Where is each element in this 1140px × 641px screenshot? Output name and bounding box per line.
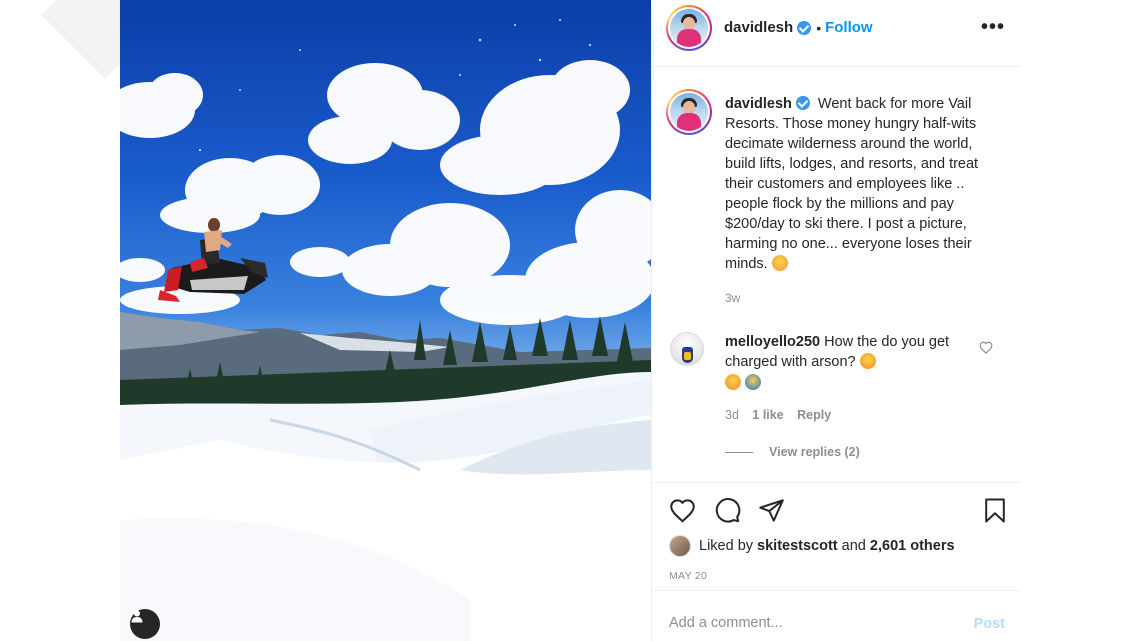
likes-summary: Liked by skitestscott and 2,601 others bbox=[669, 535, 955, 557]
reply-button[interactable]: Reply bbox=[797, 408, 831, 422]
post-side-panel: davidlesh • Follow ••• davidlesh Went ba… bbox=[651, 0, 1021, 641]
caption-body: Went back for more Vail Resorts. Those m… bbox=[725, 96, 979, 272]
heart-icon bbox=[669, 498, 695, 523]
liked-joiner: and bbox=[841, 538, 866, 554]
user-tag-button[interactable] bbox=[130, 609, 160, 639]
follow-button[interactable]: Follow bbox=[825, 19, 873, 36]
post-date[interactable]: MAY 20 bbox=[669, 570, 707, 582]
surprised-emoji-icon bbox=[859, 353, 876, 369]
verified-badge-icon bbox=[795, 96, 810, 110]
facepalm-emoji-icon bbox=[745, 374, 762, 390]
liker-avatar[interactable] bbox=[669, 535, 691, 557]
add-comment-input[interactable] bbox=[669, 615, 949, 631]
caption-time: 3w bbox=[725, 291, 741, 305]
post-header: davidlesh • Follow ••• bbox=[652, 0, 1021, 67]
heart-icon bbox=[979, 341, 993, 354]
page-background-right bbox=[1020, 0, 1140, 641]
post-actions: Liked by skitestscott and 2,601 others M… bbox=[652, 482, 1021, 590]
save-button[interactable] bbox=[980, 495, 1010, 525]
comments-area: davidlesh Went back for more Vail Resort… bbox=[652, 68, 1021, 481]
commenter-avatar[interactable] bbox=[670, 332, 704, 366]
add-comment-bar: Post bbox=[652, 590, 1021, 641]
clap-emoji-icon bbox=[725, 374, 741, 390]
comment-meta: 3d 1 like Reply bbox=[725, 408, 841, 422]
comment-icon bbox=[715, 497, 740, 523]
post-comment-button[interactable]: Post bbox=[974, 616, 1005, 632]
replies-divider bbox=[725, 451, 753, 453]
snowmobile-jump-scene bbox=[120, 19, 651, 641]
share-button[interactable] bbox=[756, 495, 786, 525]
verified-badge-icon bbox=[797, 20, 812, 35]
page-background-left bbox=[0, 0, 169, 641]
like-button[interactable] bbox=[667, 495, 697, 525]
view-replies-label: View replies (2) bbox=[769, 445, 860, 459]
post-photo[interactable] bbox=[120, 0, 651, 641]
face-emoji-icon bbox=[771, 255, 788, 271]
post-caption: davidlesh Went back for more Vail Resort… bbox=[725, 94, 995, 274]
more-options-icon[interactable]: ••• bbox=[981, 16, 1005, 39]
comment-like-button[interactable] bbox=[979, 341, 993, 359]
comment-likes-count[interactable]: 1 like bbox=[752, 408, 783, 422]
header-username[interactable]: davidlesh bbox=[724, 19, 793, 36]
comment-username[interactable]: melloyello250 bbox=[725, 334, 820, 350]
liked-prefix: Liked by bbox=[699, 538, 754, 554]
comment-button[interactable] bbox=[712, 495, 742, 525]
view-replies-button[interactable]: View replies (2) bbox=[725, 445, 860, 459]
caption-author-avatar[interactable] bbox=[666, 89, 712, 135]
liker-username[interactable]: skitestscott bbox=[757, 538, 838, 554]
user-tag-icon bbox=[131, 610, 143, 623]
caption-username[interactable]: davidlesh bbox=[725, 96, 792, 112]
separator-dot: • bbox=[816, 19, 822, 36]
comment-body: melloyello250 How the do you get charged… bbox=[725, 332, 975, 393]
author-avatar[interactable] bbox=[666, 5, 712, 51]
comment-time: 3d bbox=[725, 408, 739, 422]
bookmark-icon bbox=[985, 498, 1005, 522]
share-icon bbox=[758, 498, 784, 522]
others-count[interactable]: 2,601 others bbox=[870, 538, 955, 554]
